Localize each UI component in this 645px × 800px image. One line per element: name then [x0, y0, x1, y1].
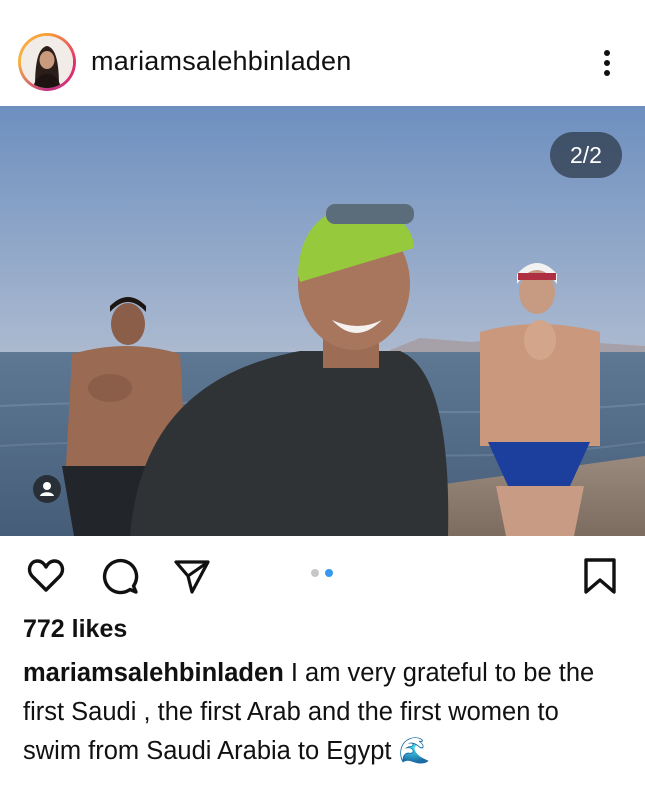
post-header: mariamsalehbinladen [0, 0, 645, 106]
bookmark-icon [584, 558, 616, 594]
save-button[interactable] [582, 556, 618, 596]
avatar[interactable] [21, 36, 73, 88]
more-dot [604, 70, 610, 76]
more-vertical-icon [604, 50, 610, 56]
carousel-indicator [310, 569, 336, 579]
avatar-image [21, 36, 73, 88]
more-dot [604, 60, 610, 66]
carousel-dot [311, 569, 319, 577]
caption-username[interactable]: mariamsalehbinladen [23, 659, 284, 687]
carousel-dot-active [325, 569, 333, 577]
likes-count[interactable]: 772 likes [23, 615, 127, 644]
heart-icon [27, 559, 65, 592]
comment-button[interactable] [100, 556, 140, 596]
share-button[interactable] [172, 556, 212, 596]
send-icon [174, 560, 210, 594]
caption: mariamsalehbinladen I am very grateful t… [23, 654, 623, 771]
tag-people-button[interactable] [33, 475, 61, 503]
post-photo[interactable] [0, 106, 645, 536]
photo-scene [0, 106, 645, 536]
comment-icon [102, 558, 139, 595]
person-tag-icon [40, 482, 54, 496]
image-counter-badge: 2/2 [550, 132, 622, 178]
wave-emoji: 🌊 [398, 737, 431, 765]
like-button[interactable] [26, 556, 66, 596]
username[interactable]: mariamsalehbinladen [91, 46, 351, 77]
more-options-button[interactable] [594, 46, 620, 80]
avatar-story-ring[interactable] [18, 33, 76, 91]
